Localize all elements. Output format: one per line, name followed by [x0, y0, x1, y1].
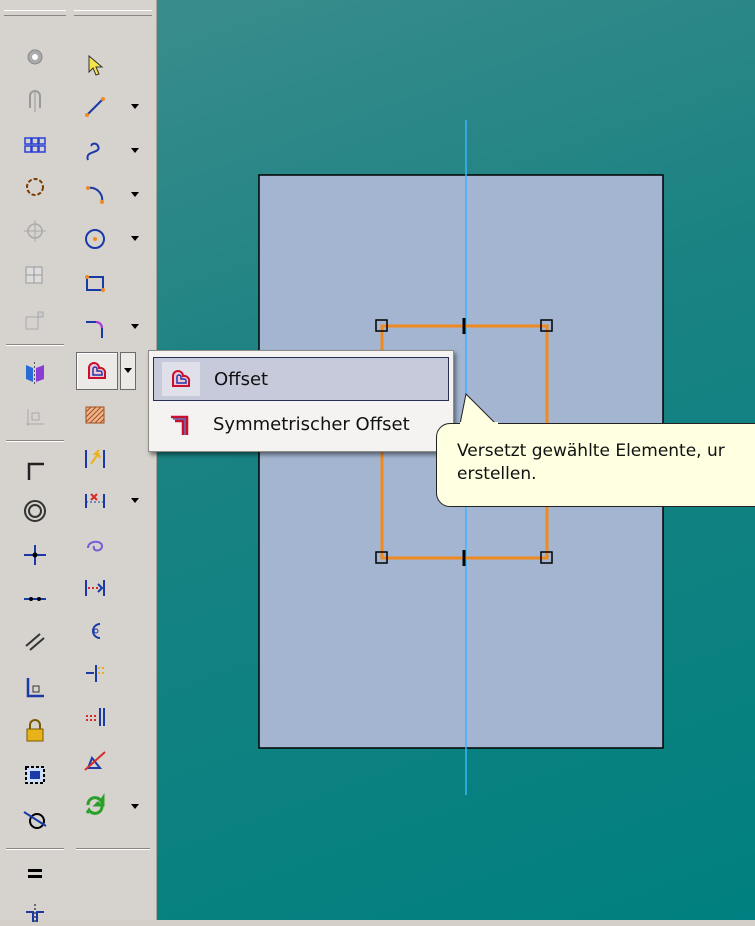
mirror-icon[interactable]	[20, 358, 50, 388]
extend-icon[interactable]	[80, 572, 110, 602]
parallel-icon[interactable]	[20, 626, 50, 656]
mirror-sketch-icon[interactable]	[80, 702, 110, 732]
tooltip-text-line1: Versetzt gewählte Elemente, ur	[457, 441, 725, 461]
toolbar-grip[interactable]	[74, 10, 152, 16]
collinear-icon[interactable]	[20, 584, 50, 614]
arc-dropdown-arrow[interactable]	[130, 190, 140, 200]
coincident-icon[interactable]	[20, 540, 50, 570]
move-icon[interactable]	[80, 530, 110, 560]
rectangle-icon[interactable]	[20, 306, 50, 336]
sketch-update-icon[interactable]	[80, 790, 110, 820]
rotate-icon[interactable]	[80, 658, 110, 688]
grid-icon[interactable]	[20, 260, 50, 290]
toolbar-grip[interactable]	[4, 10, 66, 16]
sketch-constraint-icon[interactable]	[80, 746, 110, 776]
offset-flyout-menu: Offset Symmetrischer Offset	[148, 350, 454, 452]
menu-item-label: Offset	[214, 368, 269, 390]
line-icon[interactable]	[80, 92, 110, 122]
fix-icon[interactable]	[20, 672, 50, 702]
arc-icon[interactable]	[80, 180, 110, 210]
update-dropdown-arrow[interactable]	[130, 802, 140, 812]
circular-pattern-icon[interactable]	[20, 172, 50, 202]
spline-dropdown-arrow[interactable]	[130, 146, 140, 156]
equal-icon[interactable]	[20, 858, 50, 888]
trim-icon[interactable]	[80, 486, 110, 516]
concentric-icon[interactable]	[20, 496, 50, 526]
trim-dropdown-arrow[interactable]	[130, 496, 140, 506]
symmetric-icon[interactable]	[20, 896, 50, 926]
menu-item-label: Symmetrischer Offset	[213, 413, 410, 435]
line-dropdown-arrow[interactable]	[130, 102, 140, 112]
fillet-icon[interactable]	[80, 312, 110, 342]
tooltip-text-line2: erstellen.	[457, 464, 537, 484]
offset-dropdown-arrow[interactable]	[120, 352, 136, 390]
offset-tool-icon	[88, 362, 107, 379]
dimension-icon[interactable]	[20, 402, 50, 432]
offset-tool-button[interactable]	[76, 352, 118, 390]
offset-icon	[162, 362, 200, 396]
left-toolbar	[0, 0, 71, 922]
tangent-icon[interactable]	[20, 804, 50, 834]
menu-item-offset[interactable]: Offset	[153, 357, 449, 401]
spline-icon[interactable]	[80, 136, 110, 166]
lock-icon[interactable]	[20, 716, 50, 746]
perpendicular-icon[interactable]	[20, 454, 50, 484]
hatch-icon[interactable]	[80, 400, 110, 430]
sketch-toolbar	[70, 0, 157, 920]
centerpoint-icon[interactable]	[20, 216, 50, 246]
circle-icon[interactable]	[80, 224, 110, 254]
show-constraints-icon[interactable]	[20, 760, 50, 790]
circle-dropdown-arrow[interactable]	[130, 234, 140, 244]
symmetric-offset-icon	[161, 407, 199, 441]
menu-item-symmetric-offset[interactable]: Symmetrischer Offset	[153, 403, 449, 445]
split-icon[interactable]	[80, 616, 110, 646]
rectangle-icon[interactable]	[80, 268, 110, 298]
select-arrow-icon[interactable]	[80, 50, 110, 80]
array-icon[interactable]	[20, 130, 50, 160]
tooltip-pointer-join	[460, 422, 498, 428]
tooltip: Versetzt gewählte Elemente, ur erstellen…	[436, 423, 755, 507]
hole-icon[interactable]	[20, 86, 50, 116]
point-icon[interactable]	[20, 42, 50, 72]
fillet-dropdown-arrow[interactable]	[130, 322, 140, 332]
project-geometry-icon[interactable]	[80, 444, 110, 474]
